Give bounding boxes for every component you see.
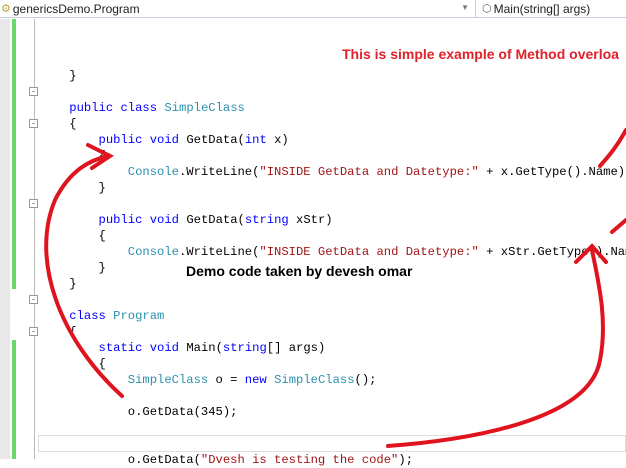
arrow-string-call [386, 248, 605, 448]
arrow-title-2 [610, 218, 626, 234]
annotation-arrows [44, 128, 626, 448]
arrow-int-call [44, 154, 124, 398]
arrow-title-1 [598, 128, 626, 168]
